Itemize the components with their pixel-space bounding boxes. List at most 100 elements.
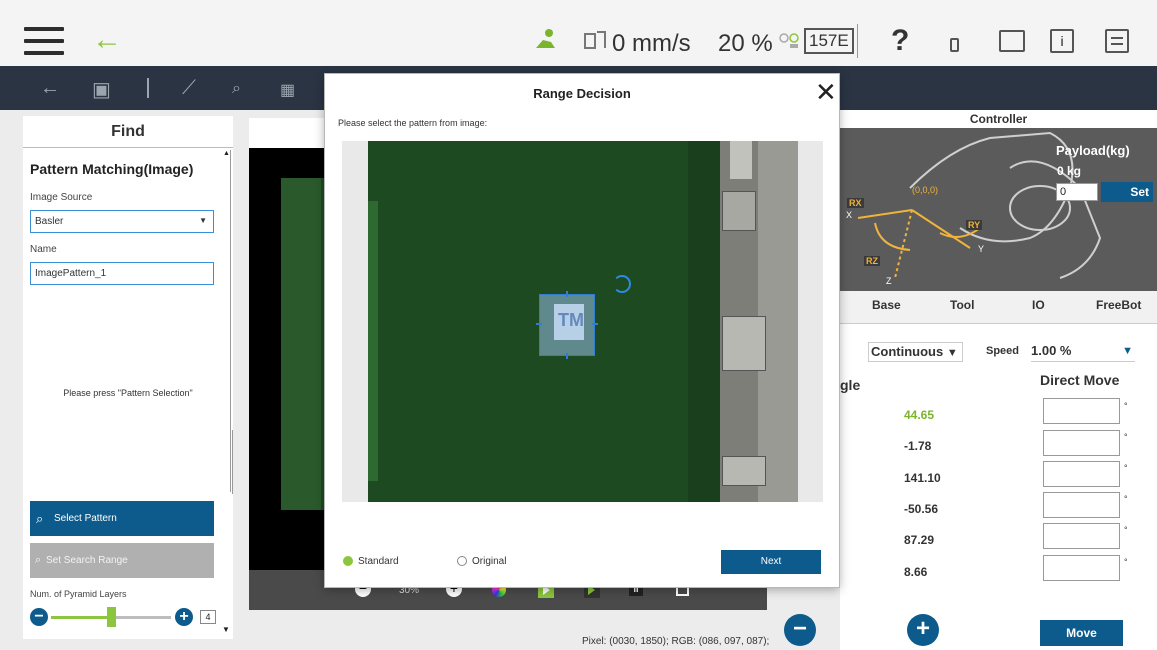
selection-handle-right[interactable] <box>592 323 598 325</box>
degree-unit: ° <box>1124 525 1128 535</box>
joint-4-input[interactable] <box>1043 492 1120 518</box>
axis-x-label: X <box>846 210 853 220</box>
connection-icon <box>778 30 800 55</box>
speed-icon <box>583 28 609 57</box>
axis-z-label: Z <box>886 276 892 286</box>
toolbar-path-icon[interactable]: ⟋ <box>182 77 196 100</box>
original-radio[interactable] <box>457 556 467 566</box>
image-source-select[interactable]: Basler ▼ <box>30 210 214 233</box>
scroll-thumb[interactable] <box>223 430 233 494</box>
degree-unit: ° <box>1124 432 1128 442</box>
hamburger-menu-icon[interactable] <box>24 27 64 57</box>
search-icon: ⌕ <box>36 511 44 526</box>
payload-input[interactable]: 0 <box>1056 183 1098 201</box>
toolbar-point-icon[interactable]: ⌕ <box>232 80 241 98</box>
search-icon: ⌕ <box>35 554 42 566</box>
toolbar-code-icon[interactable]: ▦ <box>280 80 295 100</box>
minus-circle-icon[interactable]: − <box>30 608 48 626</box>
tab-base[interactable]: Base <box>872 298 901 312</box>
chevron-down-icon: ▼ <box>1122 345 1133 357</box>
selection-handle-left[interactable] <box>536 323 542 325</box>
rotate-handle-icon[interactable] <box>613 275 631 293</box>
machine-bracket <box>720 141 798 502</box>
slider-fill <box>51 616 113 619</box>
angle-label: gle <box>840 377 861 393</box>
joint-3-input[interactable] <box>1043 461 1120 487</box>
battery-icon[interactable] <box>950 38 959 52</box>
payload-label: Payload(kg) <box>1056 143 1130 158</box>
set-search-range-label: Set Search Range <box>46 555 128 566</box>
selection-handle-bottom[interactable] <box>566 353 568 359</box>
range-decision-dialog: Range Decision ✕ Please select the patte… <box>325 74 839 587</box>
move-button[interactable]: Move <box>1040 620 1123 646</box>
degree-unit: ° <box>1124 463 1128 473</box>
decrease-button[interactable]: − <box>784 614 816 646</box>
origin-label: (0,0,0) <box>912 185 939 195</box>
next-button[interactable]: Next <box>721 550 821 574</box>
panel-title: Find <box>23 116 233 148</box>
standard-radio[interactable] <box>343 556 353 566</box>
toolbar-back-icon[interactable]: ← <box>40 77 60 100</box>
plus-circle-icon[interactable]: + <box>175 608 193 626</box>
tab-io[interactable]: IO <box>1032 298 1045 312</box>
name-field[interactable]: ImagePattern_1 <box>30 262 214 285</box>
keyboard-icon[interactable] <box>999 30 1025 52</box>
direct-move-label: Direct Move <box>1040 372 1120 388</box>
dialog-instruction: Please select the pattern from image: <box>338 118 488 128</box>
pyramid-value: 4 <box>200 610 216 624</box>
jog-mode-value: Continuous <box>871 344 944 359</box>
notes-icon[interactable] <box>1105 29 1129 53</box>
toolbar-divider <box>147 78 149 98</box>
select-pattern-label: Select Pattern <box>54 513 117 524</box>
degree-unit: ° <box>1124 557 1128 567</box>
speed-value: 1.00 % <box>1031 343 1072 358</box>
toolbar-save-icon[interactable]: ▣ <box>92 77 111 102</box>
payload-value: 0 kg <box>1057 164 1082 178</box>
degree-unit: ° <box>1124 494 1128 504</box>
tab-freebot[interactable]: FreeBot <box>1096 298 1141 312</box>
instruction-text: Please press "Pattern Selection" <box>63 388 193 398</box>
top-status-bar <box>0 0 1157 66</box>
image-source-label: Image Source <box>30 192 93 203</box>
tab-tool[interactable]: Tool <box>950 298 974 312</box>
image-source-value: Basler <box>35 216 64 227</box>
jog-mode-select[interactable]: Continuous ▼ <box>868 342 963 362</box>
payload-set-button[interactable]: Set <box>1101 182 1153 202</box>
info-icon[interactable]: i <box>1050 29 1074 53</box>
selection-handle-top[interactable] <box>566 291 568 297</box>
axis-label-rz: RZ <box>864 256 880 266</box>
help-icon[interactable]: ? <box>891 24 909 58</box>
standard-radio-label: Standard <box>358 556 399 567</box>
pixel-info: Pixel: (0030, 1850); RGB: (086, 097, 087… <box>582 636 770 647</box>
chevron-down-icon: ▼ <box>199 216 207 225</box>
joint-2-input[interactable] <box>1043 430 1120 456</box>
select-pattern-button[interactable]: ⌕ Select Pattern <box>30 501 214 536</box>
degree-unit: ° <box>1124 401 1128 411</box>
robot-status-icon <box>533 26 559 57</box>
increase-button[interactable]: + <box>907 614 939 646</box>
controller-title: Controller <box>969 112 1028 126</box>
joint-6-input[interactable] <box>1043 555 1120 581</box>
speed-select[interactable]: 1.00 % ▼ <box>1031 342 1135 362</box>
speed-label: Speed <box>986 345 1020 357</box>
back-arrow-icon[interactable]: ← <box>92 22 122 58</box>
joint-5-input[interactable] <box>1043 523 1120 549</box>
joint-6-value: 8.66 <box>904 565 928 579</box>
pattern-selection-box[interactable] <box>539 294 595 356</box>
joint-1-value: 44.65 <box>904 408 935 422</box>
dialog-title: Range Decision <box>533 86 631 101</box>
joint-3-value: 141.10 <box>904 471 941 485</box>
image-canvas[interactable]: TM <box>342 141 823 502</box>
slider-thumb[interactable] <box>107 607 116 627</box>
joint-1-input[interactable] <box>1043 398 1120 424</box>
original-radio-label: Original <box>472 556 507 567</box>
speed-readout: 0 mm/s <box>612 30 691 57</box>
close-icon[interactable]: ✕ <box>815 78 837 106</box>
slider-track[interactable] <box>113 616 171 619</box>
pyramid-label: Num. of Pyramid Layers <box>30 589 127 599</box>
name-label: Name <box>30 244 57 255</box>
scroll-down-icon[interactable]: ▼ <box>222 625 230 634</box>
axis-label-ry: RY <box>966 220 983 230</box>
set-search-range-button[interactable]: ⌕ Set Search Range <box>30 543 214 578</box>
axis-y-label: Y <box>978 244 985 254</box>
